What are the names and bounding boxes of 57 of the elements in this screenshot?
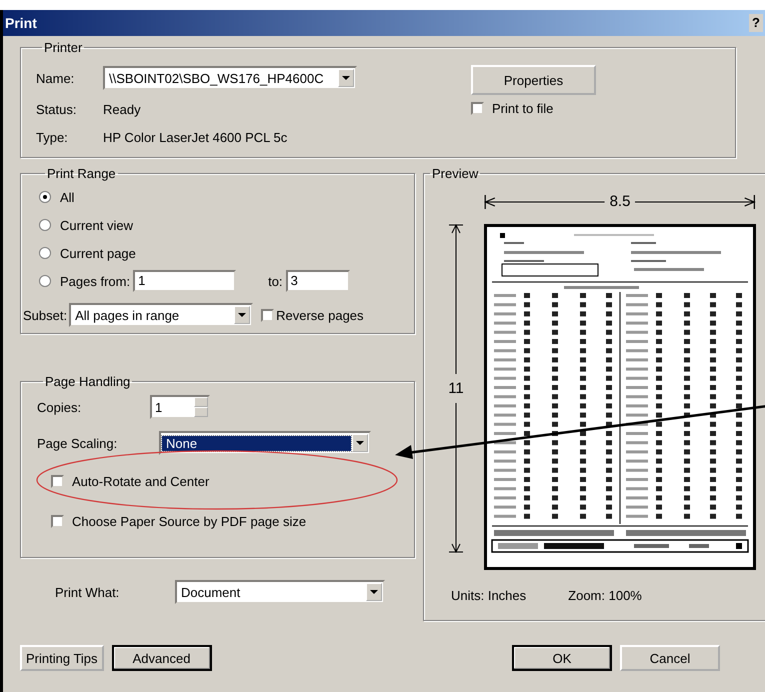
zoom-text: Zoom: 100% xyxy=(568,588,642,603)
caret-down-icon xyxy=(234,306,250,324)
width-dimension: 8.5 xyxy=(608,193,632,210)
copies-spinner[interactable]: 1 xyxy=(150,395,210,419)
dimension-arrow-icon xyxy=(635,194,756,208)
type-value: HP Color LaserJet 4600 PCL 5c xyxy=(103,130,288,144)
checkbox[interactable] xyxy=(471,102,484,115)
page-to-field[interactable]: 3 xyxy=(286,270,350,292)
dialog-button[interactable]: Advanced xyxy=(112,645,212,671)
dimension-arrow-icon xyxy=(449,224,463,374)
page-from-field[interactable]: 1 xyxy=(133,270,236,292)
caret-down-icon xyxy=(338,69,354,87)
page-scaling-dropdown[interactable]: None xyxy=(159,431,371,455)
radio-label[interactable]: All xyxy=(60,190,74,204)
radio-button[interactable] xyxy=(39,275,51,287)
units-text: Units: Inches xyxy=(451,588,526,603)
checkbox-label[interactable]: Auto-Rotate and Center xyxy=(72,474,210,488)
caret-down-icon xyxy=(366,583,382,601)
name-label: Name: xyxy=(36,70,76,86)
spinner-arrows-icon xyxy=(194,397,208,417)
type-label: Type: xyxy=(36,130,69,144)
checkbox[interactable] xyxy=(51,474,64,488)
help-button[interactable]: ? xyxy=(749,14,763,32)
height-dimension: 11 xyxy=(448,379,464,399)
status-label: Status: xyxy=(36,102,78,116)
page-scaling-label: Page Scaling: xyxy=(37,436,118,450)
subset-label: Subset: xyxy=(23,308,68,322)
group-label: Preview xyxy=(431,166,480,181)
window-title: Print xyxy=(4,15,37,31)
radio-label[interactable]: Current page xyxy=(60,246,136,260)
caret-down-icon xyxy=(352,434,368,452)
dialog-button[interactable]: Printing Tips xyxy=(20,645,104,671)
dimension-arrow-icon xyxy=(449,403,463,553)
subset-dropdown[interactable]: All pages in range xyxy=(69,303,254,327)
group-label: Print Range xyxy=(46,166,117,181)
radio-button[interactable] xyxy=(39,219,51,231)
copies-label: Copies: xyxy=(37,400,82,414)
group-label: Page Handling xyxy=(44,374,132,389)
radio-button[interactable] xyxy=(39,247,51,259)
checkbox-label[interactable]: Print to file xyxy=(492,101,554,116)
dialog-button[interactable]: OK xyxy=(512,645,612,671)
checkbox[interactable] xyxy=(51,514,64,528)
to-label: to: xyxy=(268,274,283,288)
dialog-button[interactable]: Cancel xyxy=(620,645,720,671)
checkbox-label[interactable]: Choose Paper Source by PDF page size xyxy=(72,514,306,528)
print-what-dropdown[interactable]: Document xyxy=(175,580,385,604)
dimension-arrow-icon xyxy=(484,194,605,208)
group-label: Printer xyxy=(43,40,84,55)
status-value: Ready xyxy=(103,102,141,116)
radio-label[interactable]: Pages from: xyxy=(60,274,130,288)
properties-button[interactable]: Properties xyxy=(471,65,596,95)
checkbox-label[interactable]: Reverse pages xyxy=(276,308,364,322)
checkbox[interactable] xyxy=(261,308,274,322)
radio-label[interactable]: Current view xyxy=(60,218,133,232)
print-what-label: Print What: xyxy=(55,584,120,600)
printer-dropdown[interactable]: \\SBOINT02\SBO_WS176_HP4600C xyxy=(103,66,357,90)
radio-button[interactable] xyxy=(39,191,51,203)
